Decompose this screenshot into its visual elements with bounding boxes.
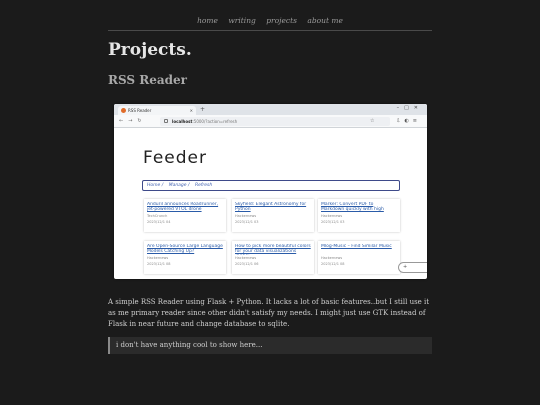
browser-tab-label: RSS Reader	[128, 108, 152, 113]
feed-card-date: 2023/12/1 03	[235, 220, 259, 224]
project-title: RSS Reader	[108, 73, 187, 87]
page-title: Projects.	[108, 40, 192, 60]
top-nav: home writing projects about me	[0, 16, 540, 25]
feed-card-title: Anduril announces Roadrunner, jet-powere…	[147, 202, 219, 213]
feed-card-title: How to pick more beautiful colors for yo…	[235, 244, 311, 255]
project-screenshot: RSS Reader ✕ + –□✕ ←→↻ localhost:5000/?a…	[114, 104, 427, 279]
feed-card-source: Hackernews	[235, 256, 257, 260]
feed-card-source: Hackernews	[321, 256, 343, 260]
breadcrumb-refresh: Refresh	[194, 183, 213, 188]
feed-card-date: 2023/12/1 03	[321, 220, 345, 224]
nav-divider	[108, 30, 432, 31]
new-tab-icon: +	[200, 106, 206, 113]
window-controls-icon: –□✕	[396, 105, 423, 111]
feed-card-title: Mlog-Music – Find Similar Music	[321, 244, 392, 249]
feed-card-source: Hackernews	[321, 214, 343, 218]
feed-card: Skyfield: Elegant Astronomy for Python H…	[232, 199, 314, 232]
add-feed-button: +	[398, 262, 427, 273]
feed-card-date: 2023/12/1 08	[321, 262, 345, 266]
toolbar-icons: ⇩◐≡	[396, 118, 421, 124]
nav-home[interactable]: home	[197, 16, 218, 25]
feed-card-date: 2023/12/1 04	[147, 220, 171, 224]
feed-card: Anduril announces Roadrunner, jet-powere…	[144, 199, 226, 232]
project-quote: i don't have anything cool to show here.…	[108, 337, 432, 354]
lock-icon	[164, 119, 168, 123]
feed-card-title: Are Open-Source Large Language Models Ca…	[147, 244, 223, 255]
feed-card-source: Hackernews	[235, 214, 257, 218]
favicon-icon	[121, 108, 126, 113]
project-description: A simple RSS Reader using Flask + Python…	[108, 298, 430, 328]
browser-tabbar: RSS Reader ✕ + –□✕	[114, 104, 427, 115]
feed-card: Marker: Convert PDF to Markdown quickly …	[318, 199, 400, 232]
url-host: localhost	[172, 119, 193, 124]
breadcrumb: Home / Manage / Refresh	[142, 180, 400, 191]
feed-card-date: 2023/12/1 06	[235, 262, 259, 266]
feed-card-date: 2023/12/1 08	[147, 262, 171, 266]
nav-arrows-icon: ←→↻	[119, 118, 147, 124]
feed-card-source: Hackernews	[147, 256, 169, 260]
feed-card: Are Open-Source Large Language Models Ca…	[144, 241, 226, 274]
feed-card: How to pick more beautiful colors for yo…	[232, 241, 314, 274]
nav-writing[interactable]: writing	[228, 16, 255, 25]
breadcrumb-home: Home /	[147, 183, 164, 188]
browser-urlbar: ←→↻ localhost:5000/?action=refresh ☆ ⇩◐≡	[114, 115, 427, 128]
feed-card-source: TechCrunch	[147, 214, 168, 218]
feed-card-title: Skyfield: Elegant Astronomy for Python	[235, 202, 307, 213]
app-title: Feeder	[143, 148, 208, 168]
close-icon: ✕	[189, 108, 193, 113]
feed-card: Mlog-Music – Find Similar Music Hackerne…	[318, 241, 400, 274]
browser-tab: RSS Reader ✕	[118, 106, 196, 115]
breadcrumb-manage: Manage /	[168, 183, 190, 188]
url-path: :5000/?action=refresh	[192, 119, 238, 124]
star-icon: ☆	[370, 118, 375, 124]
feed-card-title: Marker: Convert PDF to Markdown quickly …	[321, 202, 384, 213]
nav-about[interactable]: about me	[307, 16, 343, 25]
address-bar: localhost:5000/?action=refresh	[160, 117, 390, 126]
nav-projects[interactable]: projects	[266, 16, 297, 25]
